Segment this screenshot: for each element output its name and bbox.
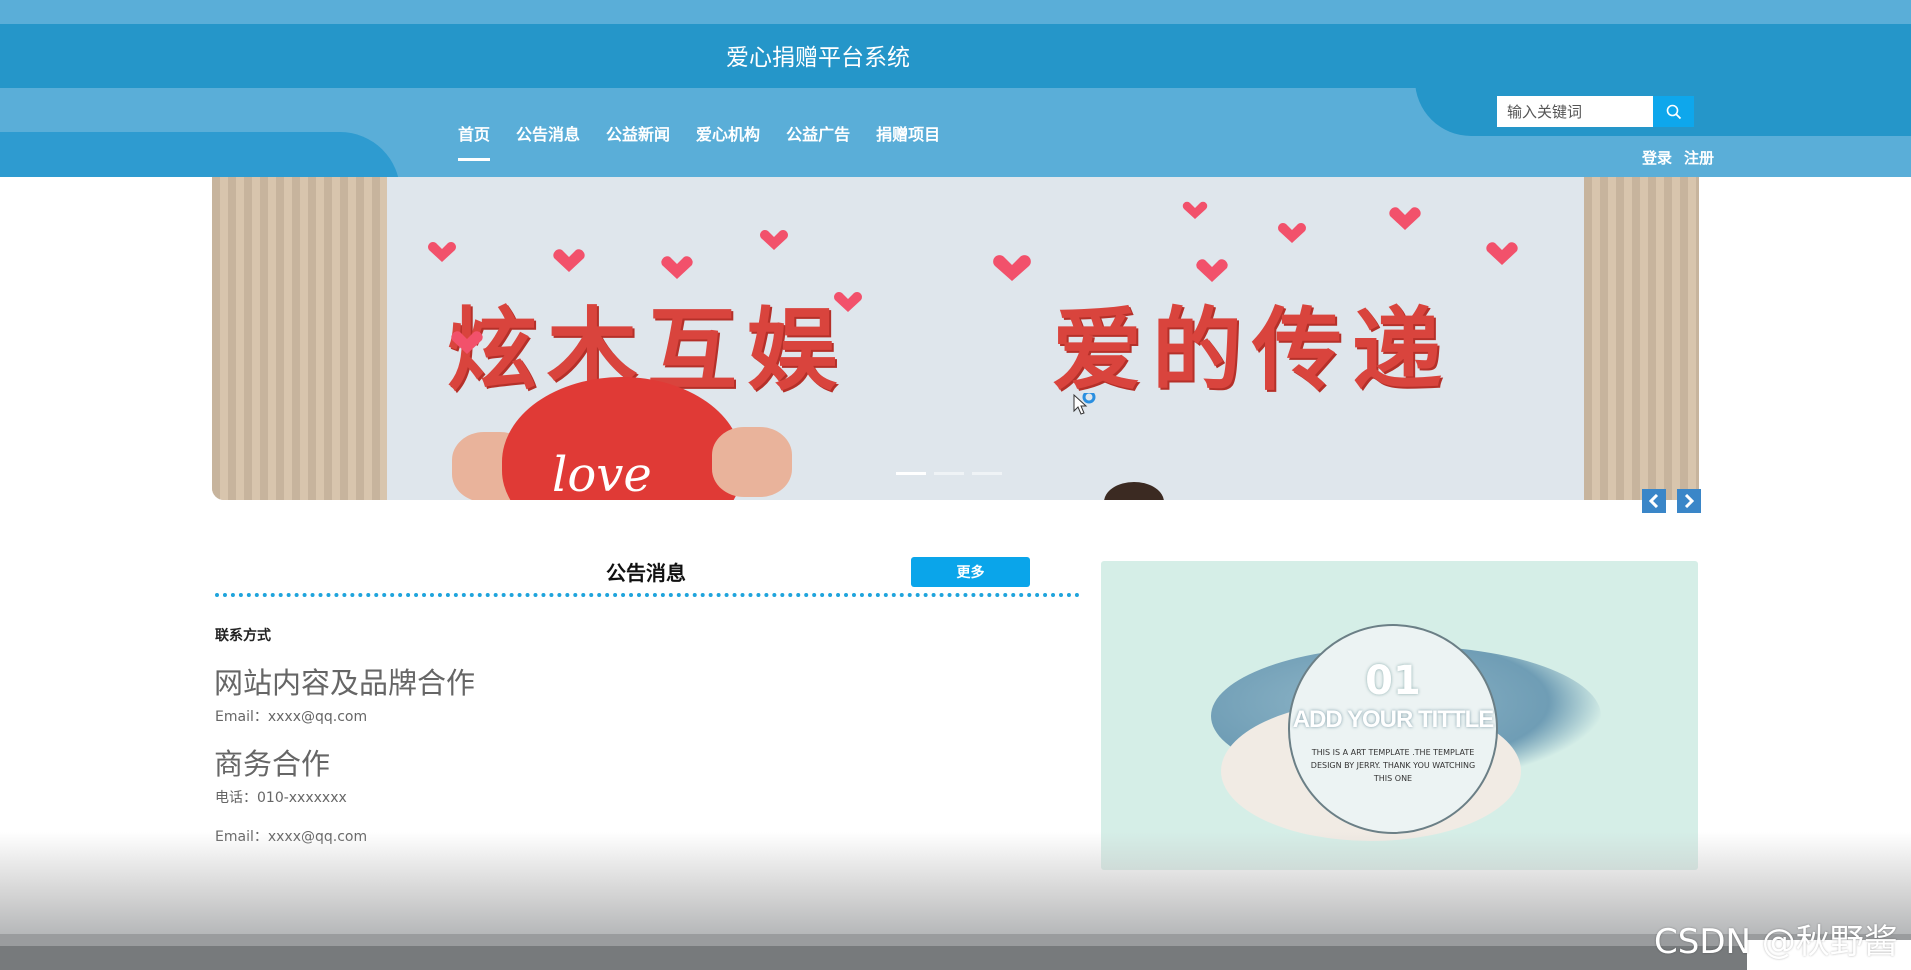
- promo-description: THIS IS A ART TEMPLATE .THE TEMPLATE DES…: [1310, 748, 1476, 783]
- search-icon: [1666, 104, 1681, 119]
- contact-phone-business: 电话：010-xxxxxxx: [215, 790, 347, 806]
- header-top-band: [0, 24, 1911, 88]
- nav-item-public-ads[interactable]: 公益广告: [786, 121, 850, 145]
- more-button[interactable]: 更多: [911, 557, 1030, 587]
- contact-email-brand: Email：xxxx@qq.com: [215, 709, 368, 725]
- banner-carousel[interactable]: 炫木互娱 爱的传递 love: [212, 177, 1699, 500]
- bottom-fade-overlay: [0, 832, 1911, 938]
- promo-number: 01: [1365, 658, 1421, 704]
- carousel-next-button[interactable]: [1677, 489, 1701, 513]
- promo-circle: 01 ADD YOUR TITTLE THIS IS A ART TEMPLAT…: [1288, 624, 1498, 834]
- nav-item-home[interactable]: 首页: [458, 121, 491, 161]
- login-link[interactable]: 登录: [1642, 147, 1672, 168]
- site-title: 爱心捐赠平台系统: [726, 45, 910, 71]
- chevron-left-icon: [1648, 494, 1659, 508]
- section-divider: [215, 593, 1080, 597]
- register-link[interactable]: 注册: [1684, 147, 1714, 168]
- contact-label: 联系方式: [215, 628, 271, 644]
- carousel-dot[interactable]: [896, 472, 926, 475]
- contact-heading-business: 商务合作: [214, 747, 331, 781]
- auth-links: 登录 注册: [1630, 147, 1714, 168]
- carousel-prev-button[interactable]: [1642, 489, 1666, 513]
- carousel-indicators: [896, 472, 1010, 475]
- carousel-dot[interactable]: [934, 472, 964, 475]
- site-header: 爱心捐赠平台系统 首页 公告消息 公益新闻 爱心机构 公益广告 捐赠项目 登录 …: [0, 0, 1911, 177]
- carousel-dot[interactable]: [972, 472, 1002, 475]
- header-decoration-left: [0, 132, 400, 177]
- bottom-bar: [0, 934, 1911, 970]
- nav-item-notices[interactable]: 公告消息: [516, 121, 580, 145]
- mouse-pointer-icon: [1072, 390, 1102, 425]
- notice-section-title: 公告消息: [606, 561, 686, 585]
- main-nav: 首页 公告消息 公益新闻 爱心机构 公益广告 捐赠项目: [458, 121, 966, 161]
- search-button[interactable]: [1653, 96, 1694, 127]
- promo-title: ADD YOUR TITTLE: [1292, 706, 1495, 733]
- chevron-right-icon: [1684, 494, 1695, 508]
- nav-item-charity-orgs[interactable]: 爱心机构: [696, 121, 760, 145]
- nav-item-charity-news[interactable]: 公益新闻: [606, 121, 670, 145]
- banner-hearts-decoration: [428, 201, 1518, 354]
- promo-ad-image[interactable]: 01 ADD YOUR TITTLE THIS IS A ART TEMPLAT…: [1101, 561, 1698, 870]
- nav-item-donation-projects[interactable]: 捐赠项目: [876, 121, 940, 145]
- watermark-text: CSDN @秋野酱: [1654, 922, 1898, 962]
- bottom-bar-strip: [0, 934, 1911, 946]
- contact-heading-brand: 网站内容及品牌合作: [214, 666, 476, 700]
- search-input[interactable]: [1497, 96, 1653, 127]
